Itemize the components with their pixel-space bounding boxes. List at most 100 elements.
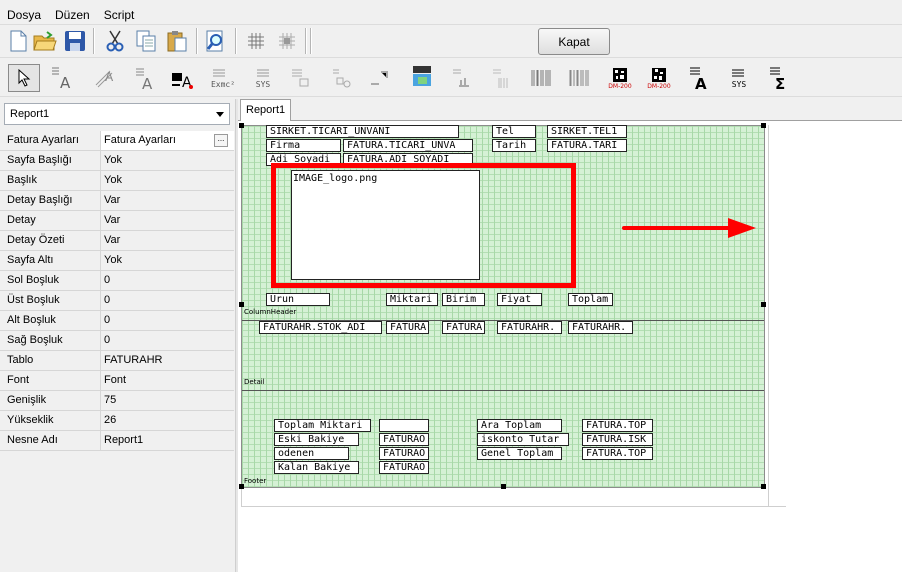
snap-grid-icon[interactable] xyxy=(274,28,300,54)
column-header[interactable]: Fiyat xyxy=(497,293,542,306)
property-row[interactable]: Detay Başlığı Var xyxy=(0,191,234,211)
property-value[interactable]: Yok xyxy=(101,251,234,270)
property-value[interactable]: Var xyxy=(101,211,234,230)
property-row[interactable]: Genişlik 75 xyxy=(0,391,234,411)
property-row[interactable]: Tablo FATURAHR xyxy=(0,351,234,371)
property-value[interactable]: 0 xyxy=(101,331,234,350)
richtext-tool-icon[interactable] xyxy=(287,65,313,91)
report-field[interactable]: Tel xyxy=(492,125,536,138)
footer-field[interactable]: odenen xyxy=(274,447,349,460)
property-row[interactable]: Üst Boşluk 0 xyxy=(0,291,234,311)
report-field[interactable]: FATURA.TARI xyxy=(547,139,627,152)
footer-field[interactable] xyxy=(379,419,429,432)
report-page[interactable]: SIRKET.TICARI_UNVANI Tel SIRKET.TEL1 Fir… xyxy=(239,123,766,489)
system-var-tool-icon[interactable]: SYS xyxy=(250,65,276,91)
new-file-icon[interactable] xyxy=(5,28,31,54)
footer-field[interactable]: Toplam Miktari xyxy=(274,419,371,432)
rotated-label-icon[interactable]: A xyxy=(92,65,118,91)
grid-icon[interactable] xyxy=(243,28,269,54)
footer-field[interactable]: Ara Toplam xyxy=(477,419,562,432)
report-field[interactable]: Firma xyxy=(266,139,341,152)
property-row[interactable]: Detay Var xyxy=(0,211,234,231)
resize-handle[interactable] xyxy=(761,484,766,489)
detail-field[interactable]: FATURA xyxy=(442,321,485,334)
formula-tool-icon[interactable]: A xyxy=(170,65,196,91)
footer-field[interactable]: Kalan Bakiye xyxy=(274,461,359,474)
paste-icon[interactable] xyxy=(164,28,190,54)
property-row[interactable]: Fatura Ayarları Fatura Ayarları... xyxy=(0,131,234,151)
property-row[interactable]: Font Font xyxy=(0,371,234,391)
property-value[interactable]: Report1 xyxy=(101,431,234,450)
property-row[interactable]: Başlık Yok xyxy=(0,171,234,191)
detail-field[interactable]: FATURAHR.STOK_ADI xyxy=(259,321,382,334)
detail-field[interactable]: FATURAHR. xyxy=(497,321,562,334)
barcode2-tool-icon[interactable] xyxy=(528,65,554,91)
resize-handle[interactable] xyxy=(239,123,244,128)
ellipsis-button[interactable]: ... xyxy=(214,134,228,147)
band-separator[interactable] xyxy=(242,390,764,391)
sum-tool-icon[interactable]: Σ xyxy=(766,65,792,91)
barcode3-tool-icon[interactable] xyxy=(566,65,592,91)
property-row[interactable]: Sol Boşluk 0 xyxy=(0,271,234,291)
footer-field[interactable]: FATURAO xyxy=(379,433,429,446)
column-header[interactable]: Toplam xyxy=(568,293,613,306)
footer-field[interactable]: FATURA.ISK xyxy=(582,433,653,446)
resize-handle[interactable] xyxy=(761,123,766,128)
shape-tool-icon[interactable] xyxy=(328,65,354,91)
property-value[interactable]: 0 xyxy=(101,271,234,290)
property-row[interactable]: Detay Özeti Var xyxy=(0,231,234,251)
footer-field[interactable]: Eski Bakiye xyxy=(274,433,359,446)
barcode-tool-icon[interactable] xyxy=(488,65,514,91)
resize-handle[interactable] xyxy=(239,484,244,489)
close-button[interactable]: Kapat xyxy=(538,28,610,55)
property-row[interactable]: Sayfa Başlığı Yok xyxy=(0,151,234,171)
report-select[interactable]: Report1 xyxy=(4,103,230,125)
text-a-tool-icon[interactable]: A xyxy=(686,65,712,91)
line-tool-icon[interactable] xyxy=(366,65,392,91)
footer-field[interactable]: Genel Toplam xyxy=(477,447,562,460)
design-canvas[interactable]: SIRKET.TICARI_UNVANI Tel SIRKET.TEL1 Fir… xyxy=(238,121,902,572)
copy-icon[interactable] xyxy=(133,28,159,54)
memo-tool-icon[interactable]: A xyxy=(132,65,158,91)
footer-field[interactable]: FATURA.TOP xyxy=(582,419,653,432)
menu-dosya[interactable]: Dosya xyxy=(7,6,41,24)
image-tool-icon[interactable] xyxy=(409,64,435,90)
datamatrix2-tool-icon[interactable]: DM-200 xyxy=(643,65,675,91)
report-field[interactable]: FATURA.TICARI_UNVA xyxy=(343,139,473,152)
property-value[interactable]: Yok xyxy=(101,151,234,170)
detail-field[interactable]: FATURAHR. xyxy=(568,321,633,334)
property-value[interactable]: FATURAHR xyxy=(101,351,234,370)
property-value[interactable]: 26 xyxy=(101,411,234,430)
open-folder-icon[interactable] xyxy=(32,28,58,54)
property-value[interactable]: Var xyxy=(101,191,234,210)
property-row[interactable]: Alt Boşluk 0 xyxy=(0,311,234,331)
property-value[interactable]: 75 xyxy=(101,391,234,410)
property-value[interactable]: Yok xyxy=(101,171,234,190)
detail-field[interactable]: FATURA xyxy=(386,321,429,334)
report-field[interactable]: SIRKET.TICARI_UNVANI xyxy=(266,125,459,138)
column-header[interactable]: Miktari xyxy=(386,293,438,306)
expression-tool-icon[interactable]: Exmc² xyxy=(208,65,238,91)
chevron-down-icon[interactable] xyxy=(216,112,224,117)
resize-handle[interactable] xyxy=(239,302,244,307)
property-value[interactable]: Fatura Ayarları... xyxy=(101,131,234,150)
footer-field[interactable]: FATURAO xyxy=(379,447,429,460)
property-row[interactable]: Sağ Boşluk 0 xyxy=(0,331,234,351)
menu-duzen[interactable]: Düzen xyxy=(55,6,90,24)
property-row[interactable]: Nesne Adı Report1 xyxy=(0,431,234,451)
menu-script[interactable]: Script xyxy=(104,6,135,24)
report-field[interactable]: SIRKET.TEL1 xyxy=(547,125,627,138)
datamatrix-tool-icon[interactable]: DM-200 xyxy=(604,65,636,91)
label-tool-icon[interactable]: A xyxy=(48,65,74,91)
save-icon[interactable] xyxy=(62,28,88,54)
column-header[interactable]: Urun xyxy=(266,293,330,306)
chart-tool-icon[interactable] xyxy=(448,65,474,91)
footer-field[interactable]: FATURA.TOP xyxy=(582,447,653,460)
column-header[interactable]: Birim xyxy=(442,293,485,306)
preview-icon[interactable] xyxy=(203,28,229,54)
footer-field[interactable]: iskonto Tutar xyxy=(477,433,569,446)
property-value[interactable]: 0 xyxy=(101,291,234,310)
property-row[interactable]: Sayfa Altı Yok xyxy=(0,251,234,271)
sysdata-tool-icon[interactable]: SYS xyxy=(726,65,752,91)
property-row[interactable]: Yükseklik 26 xyxy=(0,411,234,431)
